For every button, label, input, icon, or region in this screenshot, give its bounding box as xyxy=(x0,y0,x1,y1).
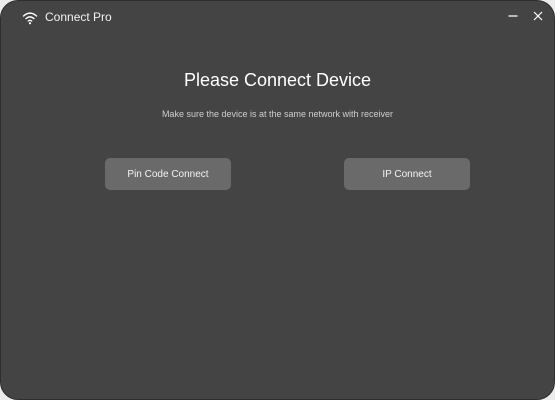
minimize-button[interactable] xyxy=(503,8,523,28)
close-icon xyxy=(532,9,544,27)
minimize-icon xyxy=(507,9,519,27)
instruction-text: Make sure the device is at the same netw… xyxy=(161,109,394,119)
title-bar[interactable]: Connect Pro xyxy=(1,1,554,35)
close-button[interactable] xyxy=(528,8,548,28)
wifi-icon xyxy=(22,11,38,25)
ip-connect-button[interactable]: IP Connect xyxy=(344,158,470,190)
pin-code-connect-button[interactable]: Pin Code Connect xyxy=(105,158,231,190)
app-title: Connect Pro xyxy=(45,10,112,24)
app-window: Connect Pro Please Connect Device Make s… xyxy=(0,0,555,400)
page-title: Please Connect Device xyxy=(183,70,372,90)
